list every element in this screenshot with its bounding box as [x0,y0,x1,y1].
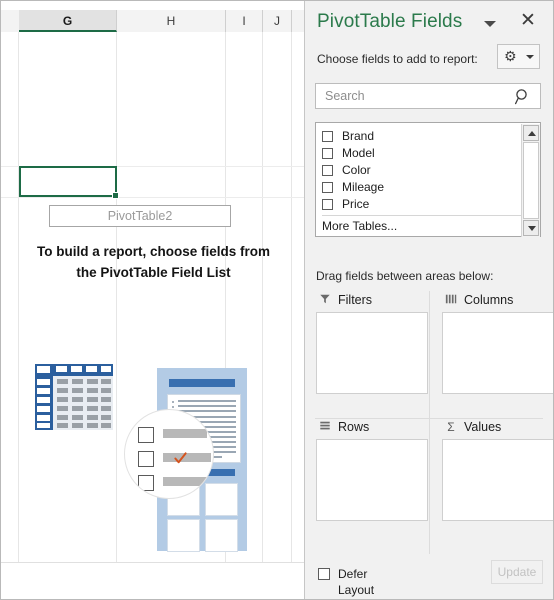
caret-up-icon [528,131,536,136]
area-separator-vertical [429,291,430,554]
pivottable-name-placeholder[interactable]: PivotTable2 [49,205,231,227]
field-checkbox[interactable] [322,182,333,193]
caret-down-icon [528,226,536,231]
panel-title: PivotTable Fields [317,11,463,32]
scroll-down-button[interactable] [523,220,539,236]
drag-fields-label: Drag fields between areas below: [316,269,494,283]
area-rows-dropzone[interactable] [316,439,428,521]
search-input[interactable]: Search [315,83,541,109]
close-icon[interactable]: ✕ [517,10,539,32]
defer-layout-update-label: Defer Layout Update [338,567,375,597]
update-button[interactable]: Update [491,560,543,584]
filter-icon [318,293,332,307]
field-list[interactable]: Brand Model Color Mileage Price More Tab… [315,122,541,237]
area-values-dropzone[interactable] [442,439,553,521]
pivottable-fields-panel: PivotTable Fields ✕ Choose fields to add… [304,1,553,599]
column-header-row: G H I J [1,10,304,33]
field-list-scroll-track[interactable] [523,142,539,219]
search-icon[interactable] [514,88,532,106]
pivottable-illustration [29,361,249,552]
field-checkbox[interactable] [322,199,333,210]
fill-handle[interactable] [112,192,119,199]
field-label: Color [342,163,371,177]
area-columns-dropzone[interactable] [442,312,553,394]
area-name: Filters [338,293,373,307]
area-name: Values [464,420,502,434]
search-placeholder: Search [325,89,365,103]
choose-fields-label: Choose fields to add to report: [317,52,478,66]
checkmark-icon [174,452,187,464]
chevron-down-icon[interactable] [484,21,496,27]
chevron-down-icon [526,55,534,59]
field-label: Model [342,146,375,160]
field-checkbox[interactable] [322,165,333,176]
field-list-tools-button[interactable]: ⚙ [497,44,540,69]
field-label: Mileage [342,180,385,194]
active-cell[interactable] [19,166,117,197]
build-message-line-1: To build a report, choose fields from [36,244,271,259]
field-label: Price [342,197,370,211]
column-header-i[interactable]: I [226,10,263,32]
column-header-g[interactable]: G [19,10,117,32]
sheet-bottom-bar [1,562,304,599]
field-label: Brand [342,129,375,143]
columns-icon [444,293,458,307]
sigma-icon: Σ [447,420,455,434]
illustration-report-title-bar [169,379,235,387]
field-list-scrollbar[interactable] [521,124,540,237]
rows-icon [318,420,332,434]
more-tables-link[interactable]: More Tables... [322,215,522,233]
illustration-magnifier [124,409,214,499]
pivottable-build-message: To build a report, choose fields from th… [21,241,286,283]
area-name: Rows [338,420,370,434]
column-header-k[interactable] [292,10,304,32]
defer-layout-update-checkbox[interactable] [318,568,330,580]
area-filters-dropzone[interactable] [316,312,428,394]
field-checkbox[interactable] [322,131,333,142]
column-header-h[interactable]: H [117,10,226,32]
scroll-up-button[interactable] [523,125,539,141]
gear-icon: ⚙ [504,48,517,64]
excel-pivottable-window: G H I J PivotTable2 To build a report, c… [0,0,554,600]
area-name: Columns [464,293,514,307]
field-checkbox[interactable] [322,148,333,159]
build-message-line-2: the PivotTable Field List [76,265,231,280]
column-header-j[interactable]: J [263,10,292,32]
worksheet-area: G H I J PivotTable2 To build a report, c… [1,1,304,599]
